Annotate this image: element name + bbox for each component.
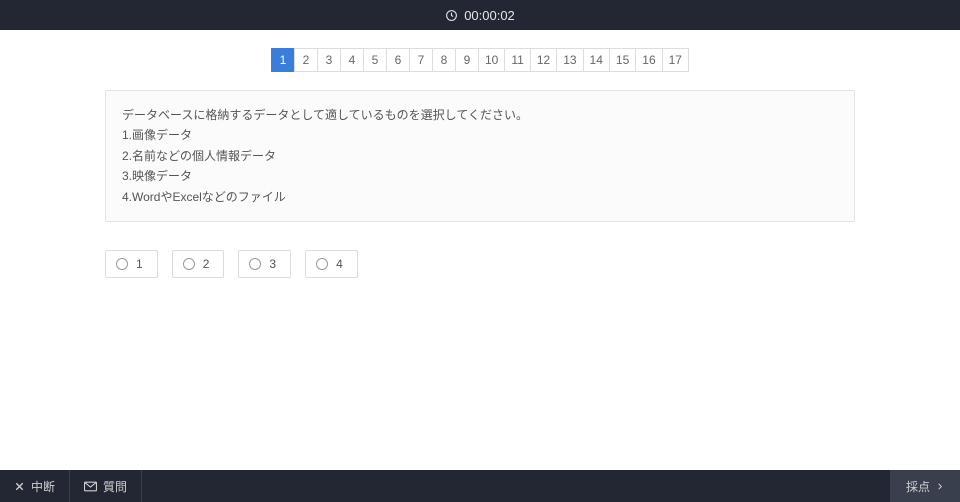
answer-label: 3	[269, 257, 276, 271]
chevron-right-icon	[936, 481, 944, 492]
pager-item-13[interactable]: 13	[556, 48, 583, 72]
content-area: 1234567891011121314151617 データベースに格納するデータ…	[0, 30, 960, 470]
answer-option-4[interactable]: 4	[305, 250, 358, 278]
pager-item-10[interactable]: 10	[478, 48, 505, 72]
pager-item-3[interactable]: 3	[317, 48, 341, 72]
radio-icon	[183, 258, 195, 270]
question-line: 1.画像データ	[122, 125, 838, 145]
pager-item-16[interactable]: 16	[635, 48, 662, 72]
pager-item-7[interactable]: 7	[409, 48, 433, 72]
pager-item-6[interactable]: 6	[386, 48, 410, 72]
question-line: 2.名前などの個人情報データ	[122, 146, 838, 166]
pager-item-14[interactable]: 14	[583, 48, 610, 72]
radio-icon	[249, 258, 261, 270]
answer-label: 2	[203, 257, 210, 271]
question-line: 4.WordやExcelなどのファイル	[122, 187, 838, 207]
answer-label: 1	[136, 257, 143, 271]
pager-item-9[interactable]: 9	[455, 48, 479, 72]
pager-item-11[interactable]: 11	[504, 48, 530, 72]
radio-icon	[116, 258, 128, 270]
top-bar: 00:00:02	[0, 0, 960, 30]
pager-item-8[interactable]: 8	[432, 48, 456, 72]
grade-label: 採点	[906, 478, 930, 495]
question-button[interactable]: 質問	[70, 470, 142, 502]
mail-icon	[84, 481, 97, 492]
pager-item-5[interactable]: 5	[363, 48, 387, 72]
answer-options: 1 2 3 4	[105, 250, 855, 278]
pager-item-17[interactable]: 17	[662, 48, 689, 72]
answer-option-2[interactable]: 2	[172, 250, 225, 278]
grade-button[interactable]: 採点	[890, 470, 960, 502]
timer-text: 00:00:02	[464, 8, 515, 23]
question-button-label: 質問	[103, 478, 127, 495]
answer-option-3[interactable]: 3	[238, 250, 291, 278]
pager-item-2[interactable]: 2	[294, 48, 318, 72]
radio-icon	[316, 258, 328, 270]
pager-item-1[interactable]: 1	[271, 48, 295, 72]
answer-option-1[interactable]: 1	[105, 250, 158, 278]
pager-item-15[interactable]: 15	[609, 48, 636, 72]
abort-label: 中断	[31, 478, 55, 495]
close-icon	[14, 481, 25, 492]
pager-item-4[interactable]: 4	[340, 48, 364, 72]
question-pager: 1234567891011121314151617	[0, 48, 960, 72]
bottom-bar: 中断 質問 採点	[0, 470, 960, 502]
question-line: データベースに格納するデータとして適しているものを選択してください。	[122, 105, 838, 125]
question-text-box: データベースに格納するデータとして適しているものを選択してください。1.画像デー…	[105, 90, 855, 222]
answer-label: 4	[336, 257, 343, 271]
clock-icon	[445, 9, 458, 22]
question-line: 3.映像データ	[122, 166, 838, 186]
abort-button[interactable]: 中断	[0, 470, 70, 502]
pager-item-12[interactable]: 12	[530, 48, 557, 72]
